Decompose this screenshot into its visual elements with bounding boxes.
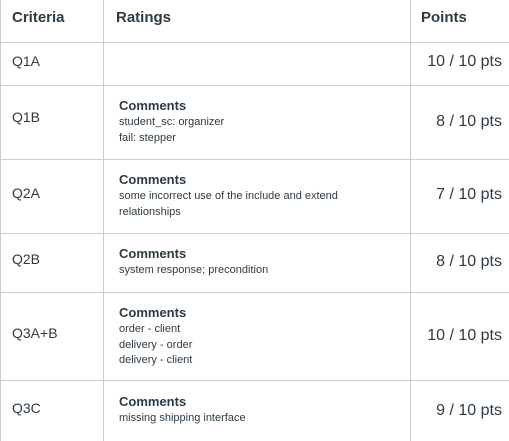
points-value: 8 / 10 pts bbox=[436, 253, 502, 270]
points-header-cell: Points bbox=[411, 0, 509, 42]
criterion-label: Q1B bbox=[12, 109, 41, 125]
criterion-label: Q1A bbox=[12, 53, 41, 69]
rubric-header-row: Criteria Ratings Points bbox=[1, 0, 509, 43]
rubric-row-q3ab: Q3A+B Comments order - client delivery -… bbox=[1, 293, 509, 381]
comment-block: Comments order - client delivery - order… bbox=[119, 305, 400, 369]
points-cell: 10 / 10 pts bbox=[411, 293, 509, 380]
comments-title: Comments bbox=[119, 98, 187, 113]
comment-line: system response; precondition bbox=[119, 264, 269, 276]
criterion-label: Q2B bbox=[12, 251, 41, 267]
criterion-cell: Q1B bbox=[1, 86, 104, 159]
comments-title: Comments bbox=[119, 246, 187, 261]
comment-block: Comments student_sc: organizer fail: ste… bbox=[119, 98, 400, 146]
comments-title: Comments bbox=[119, 172, 187, 187]
comment-line: delivery - order bbox=[119, 338, 193, 351]
comment-line: student_sc: organizer bbox=[119, 116, 225, 128]
comment-line: delivery - client bbox=[119, 354, 193, 366]
points-value: 10 / 10 pts bbox=[427, 53, 502, 70]
comment-line: fail: stepper bbox=[119, 131, 176, 144]
ratings-header: Ratings bbox=[116, 9, 172, 26]
points-cell: 8 / 10 pts bbox=[411, 234, 509, 292]
ratings-header-cell: Ratings bbox=[104, 0, 411, 42]
comments-title: Comments bbox=[119, 305, 187, 320]
comment-block: Comments some incorrect use of the inclu… bbox=[119, 172, 400, 220]
criterion-label: Q3A+B bbox=[12, 325, 58, 341]
comment-line: relationships bbox=[119, 205, 181, 218]
comment-block: Comments missing shipping interface bbox=[119, 394, 400, 427]
points-value: 9 / 10 pts bbox=[436, 402, 502, 419]
comments-title: Comments bbox=[119, 394, 187, 409]
ratings-cell: Comments some incorrect use of the inclu… bbox=[104, 160, 411, 233]
criterion-cell: Q2B bbox=[1, 234, 104, 292]
rubric-row-q3c: Q3C Comments missing shipping interface … bbox=[1, 381, 509, 441]
rubric-row-q1b: Q1B Comments student_sc: organizer fail:… bbox=[1, 86, 509, 160]
points-cell: 8 / 10 pts bbox=[411, 86, 509, 159]
criterion-cell: Q3C bbox=[1, 381, 104, 441]
criterion-cell: Q1A bbox=[1, 43, 104, 85]
points-header: Points bbox=[421, 9, 467, 26]
comment-line: order - client bbox=[119, 323, 181, 335]
rubric-table: Criteria Ratings Points Q1A 10 / 10 pts … bbox=[0, 0, 509, 441]
criterion-cell: Q2A bbox=[1, 160, 104, 233]
criterion-label: Q2A bbox=[12, 185, 41, 201]
points-value: 8 / 10 pts bbox=[436, 113, 502, 130]
points-value: 10 / 10 pts bbox=[427, 327, 502, 344]
comment-line: missing shipping interface bbox=[119, 412, 246, 424]
comment-line: some incorrect use of the include and ex… bbox=[119, 190, 338, 202]
ratings-cell: Comments order - client delivery - order… bbox=[104, 293, 411, 380]
points-value: 7 / 10 pts bbox=[436, 186, 502, 203]
rubric-row-q2b: Q2B Comments system response; preconditi… bbox=[1, 234, 509, 293]
rubric-row-q2a: Q2A Comments some incorrect use of the i… bbox=[1, 160, 509, 234]
ratings-cell bbox=[104, 43, 411, 85]
comment-block: Comments system response; precondition bbox=[119, 246, 400, 279]
criterion-cell: Q3A+B bbox=[1, 293, 104, 380]
points-cell: 10 / 10 pts bbox=[411, 43, 509, 85]
points-cell: 9 / 10 pts bbox=[411, 381, 509, 441]
criterion-label: Q3C bbox=[12, 400, 41, 416]
rubric-row-q1a: Q1A 10 / 10 pts bbox=[1, 43, 509, 86]
points-cell: 7 / 10 pts bbox=[411, 160, 509, 233]
ratings-cell: Comments student_sc: organizer fail: ste… bbox=[104, 86, 411, 159]
criteria-header: Criteria bbox=[12, 9, 65, 26]
ratings-cell: Comments missing shipping interface bbox=[104, 381, 411, 441]
ratings-cell: Comments system response; precondition bbox=[104, 234, 411, 292]
criteria-header-cell: Criteria bbox=[1, 0, 104, 42]
